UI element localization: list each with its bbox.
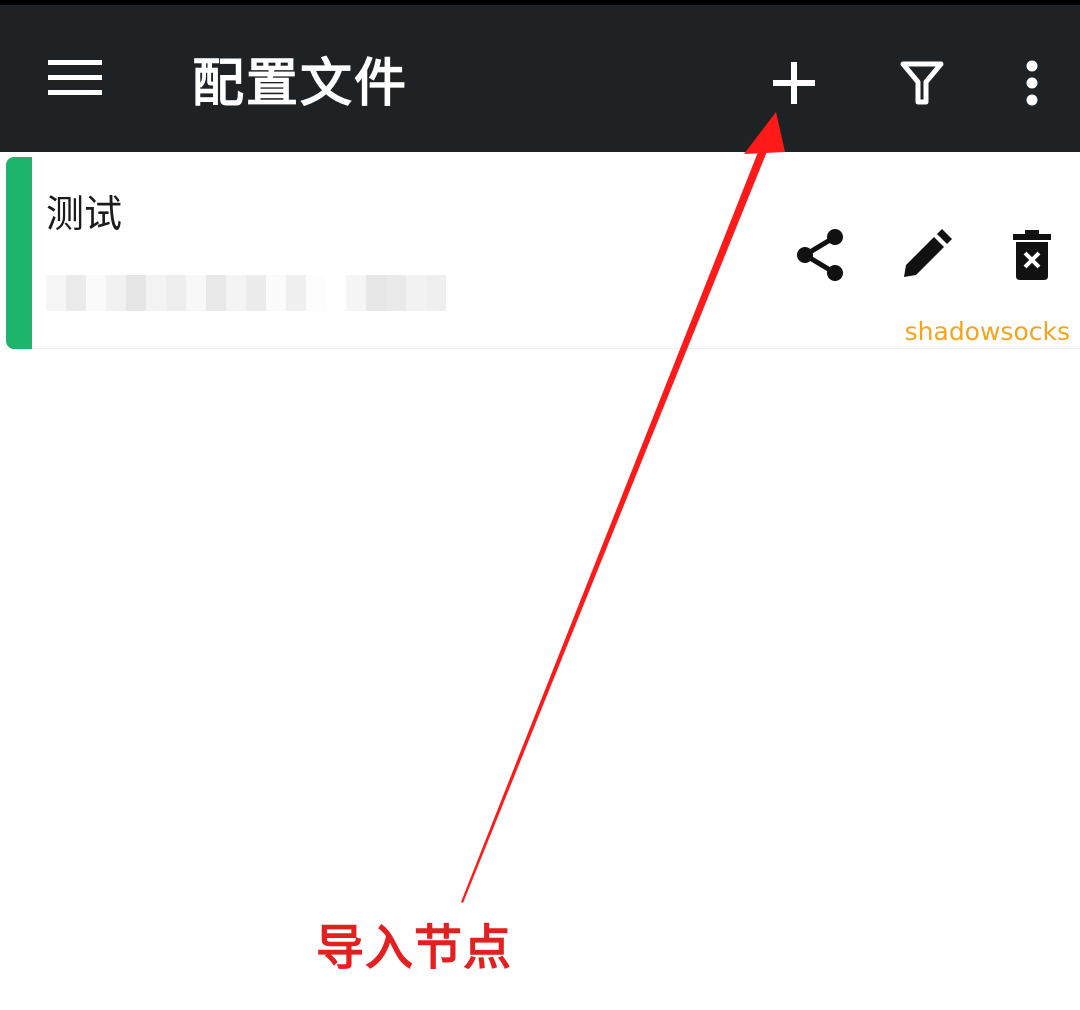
profile-name: 测试 — [46, 192, 123, 236]
menu-button[interactable] — [36, 39, 114, 117]
edit-button[interactable] — [896, 225, 956, 285]
filter-icon — [900, 61, 944, 105]
profile-card[interactable]: 测试 shadowsocks — [6, 157, 1080, 349]
selected-indicator — [6, 157, 32, 349]
app-toolbar: 配置文件 — [0, 0, 1080, 152]
edit-icon — [904, 229, 952, 277]
share-icon — [797, 229, 843, 281]
app-screen: 配置文件 测试 shadowsocks 导入节点 — [0, 0, 1080, 1010]
delete-button[interactable] — [1002, 225, 1062, 285]
plus-icon — [773, 62, 815, 104]
more-options-button[interactable] — [1004, 45, 1060, 121]
profile-address-blurred — [46, 275, 456, 311]
page-title: 配置文件 — [192, 54, 409, 114]
more-vertical-icon — [1026, 60, 1038, 106]
delete-icon — [1013, 230, 1051, 280]
hamburger-menu-icon — [48, 60, 102, 95]
protocol-type-label: shadowsocks — [904, 317, 1070, 346]
add-button[interactable] — [756, 45, 832, 121]
share-button[interactable] — [790, 225, 850, 285]
filter-button[interactable] — [884, 45, 960, 121]
annotation-label: 导入节点 — [316, 920, 513, 976]
